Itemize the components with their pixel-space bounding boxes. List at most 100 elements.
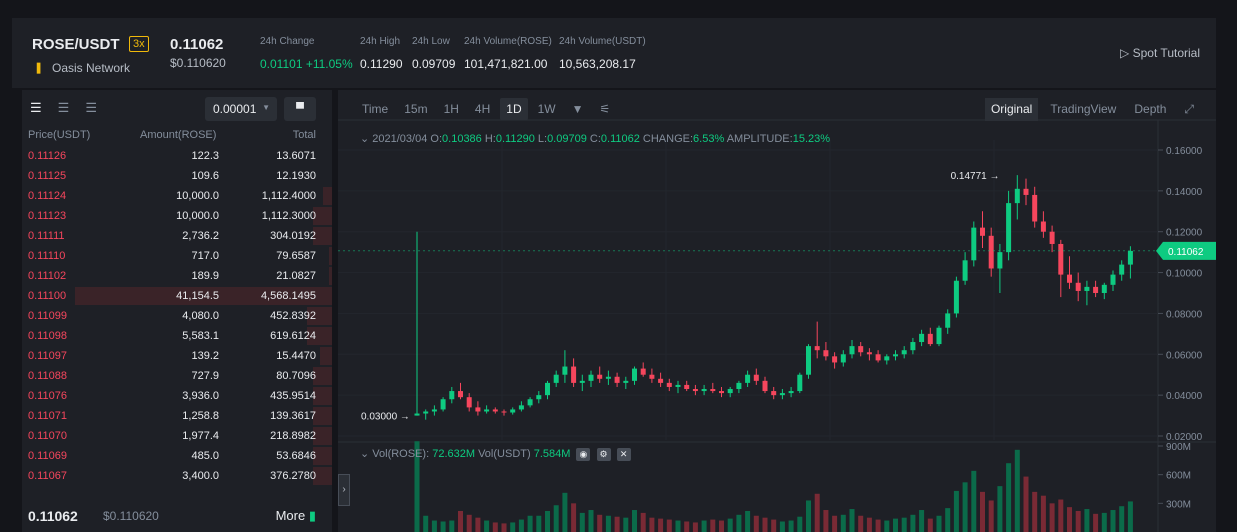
volume-bar bbox=[753, 515, 759, 532]
volume-bar bbox=[553, 505, 559, 532]
candle-body bbox=[997, 252, 1003, 269]
layout-buy-icon[interactable]: ☰ bbox=[58, 100, 70, 116]
ohlc-l-label: L: bbox=[537, 133, 548, 145]
candle-body bbox=[1067, 274, 1072, 283]
vol-tick-label: 300M bbox=[1166, 499, 1191, 510]
interval-more-dropdown-icon[interactable]: ▼ bbox=[566, 98, 590, 120]
candle-body bbox=[875, 354, 881, 361]
ask-total: 218.8982 bbox=[270, 430, 316, 442]
orderbook-ask-row[interactable]: 0.11100 41,154.5 4,568.1495 bbox=[22, 286, 332, 306]
ask-price: 0.11125 bbox=[28, 170, 67, 182]
orderbook-ask-row[interactable]: 0.11125 109.6 12.1930 bbox=[22, 166, 332, 186]
ohlc-o-label: O: bbox=[430, 133, 443, 145]
volume-bar bbox=[988, 500, 994, 532]
orderbook-ask-row[interactable]: 0.11097 139.2 15.4470 bbox=[22, 346, 332, 366]
orderbook-ask-row[interactable]: 0.11070 1,977.4 218.8982 bbox=[22, 426, 332, 446]
stat-value: 10,563,208.17 bbox=[559, 57, 636, 71]
more-link[interactable]: More ▮ bbox=[276, 508, 316, 524]
spot-tutorial-link[interactable]: ▷ Spot Tutorial bbox=[1120, 46, 1200, 60]
candle-body bbox=[779, 393, 785, 396]
tab-tradingview[interactable]: TradingView bbox=[1044, 98, 1122, 121]
orderbook-ask-row[interactable]: 0.11076 3,936.0 435.9514 bbox=[22, 386, 332, 406]
orderbook-ask-row[interactable]: 0.11067 3,400.0 376.2780 bbox=[22, 466, 332, 486]
layout-both-icon[interactable]: ☰ bbox=[30, 100, 42, 116]
indicator-settings-icon[interactable]: ⚟ bbox=[594, 98, 617, 120]
interval-4h[interactable]: 4H bbox=[469, 98, 496, 120]
symbol-title[interactable]: ROSE/USDT bbox=[32, 36, 120, 53]
orderbook-ask-row[interactable]: 0.11110 717.0 79.6587 bbox=[22, 246, 332, 266]
expand-panel-button[interactable]: › bbox=[338, 474, 350, 506]
layout-sell-icon[interactable]: ☰ bbox=[85, 100, 97, 116]
orderbook-ask-row[interactable]: 0.11123 10,000.0 1,112.3000 bbox=[22, 206, 332, 226]
settings-icon[interactable]: ⚙ bbox=[596, 447, 611, 461]
orderbook-ask-row[interactable]: 0.11099 4,080.0 452.8392 bbox=[22, 306, 332, 326]
interval-toolbar: Time 15m 1H 4H 1D 1W ▼ ⚟ bbox=[356, 98, 616, 120]
volume-bar bbox=[797, 516, 803, 532]
candle-body bbox=[431, 409, 437, 412]
tab-original[interactable]: Original bbox=[984, 98, 1039, 121]
interval-1d[interactable]: 1D bbox=[500, 98, 528, 120]
interval-1h[interactable]: 1H bbox=[438, 98, 465, 120]
candlestick-chart[interactable]: 0.16000 0.14000 0.12000 0.10000 0.08000 0.060… bbox=[338, 90, 1216, 532]
orderbook-ask-row[interactable]: 0.11102 189.9 21.0827 bbox=[22, 266, 332, 286]
network-link[interactable]: Oasis Network bbox=[52, 61, 130, 75]
leverage-badge[interactable]: 3x bbox=[129, 36, 149, 52]
max-price-label: 0.14771 → bbox=[951, 171, 1000, 182]
y-tick-label: 0.10000 bbox=[1166, 269, 1203, 280]
interval-15m[interactable]: 15m bbox=[398, 98, 433, 120]
interval-1w[interactable]: 1W bbox=[532, 98, 562, 120]
eye-icon[interactable]: ◉ bbox=[576, 447, 591, 461]
ask-amount: 485.0 bbox=[191, 450, 219, 462]
close-icon[interactable]: ✕ bbox=[616, 447, 631, 461]
orderbook-ask-row[interactable]: 0.11098 5,583.1 619.6124 bbox=[22, 326, 332, 346]
orderbook-ask-row[interactable]: 0.11124 10,000.0 1,112.4000 bbox=[22, 186, 332, 206]
candle-body bbox=[632, 368, 637, 381]
candle-body bbox=[579, 380, 585, 383]
collapse-chevron-icon[interactable]: ⌄ bbox=[360, 448, 369, 460]
ask-total: 80.7096 bbox=[276, 370, 316, 382]
interval-time[interactable]: Time bbox=[356, 98, 394, 120]
ask-price: 0.11097 bbox=[28, 350, 67, 362]
ohlc-close: 0.11062 bbox=[600, 133, 640, 145]
col-amount: Amount(ROSE) bbox=[140, 129, 217, 141]
volume-bar bbox=[927, 518, 933, 532]
volume-bar bbox=[945, 508, 951, 532]
depth-bar bbox=[313, 227, 332, 245]
ask-price: 0.11099 bbox=[28, 310, 67, 322]
exchange-page: ROSE/USDT 3x ❚ Oasis Network 0.11062 $0.… bbox=[0, 0, 1237, 532]
candle-body bbox=[449, 391, 455, 400]
candle-body bbox=[980, 227, 985, 236]
precision-select[interactable]: 0.00001 ▼ bbox=[205, 97, 277, 121]
volume-bar bbox=[1032, 491, 1038, 532]
orderbook-ask-row[interactable]: 0.11126 122.3 13.6071 bbox=[22, 146, 332, 166]
orderbook-ask-row[interactable]: 0.11111 2,736.2 304.0192 bbox=[22, 226, 332, 246]
volume-bar bbox=[640, 512, 646, 532]
spot-tutorial-label: Spot Tutorial bbox=[1132, 46, 1200, 60]
volume-bar bbox=[545, 510, 550, 532]
ask-total: 452.8392 bbox=[270, 310, 316, 322]
ohlc-amplitude: 15.23% bbox=[792, 133, 831, 145]
ask-amount: 5,583.1 bbox=[182, 330, 219, 342]
candle-body bbox=[858, 346, 864, 353]
volume-bar bbox=[997, 486, 1003, 532]
footer-usd-price: $0.110620 bbox=[103, 509, 159, 523]
fullscreen-icon[interactable]: ⤢ bbox=[1178, 98, 1200, 121]
volume-bar bbox=[701, 520, 707, 532]
candle-body bbox=[1023, 188, 1029, 195]
volume-bar bbox=[1006, 463, 1012, 532]
candle-body bbox=[588, 374, 594, 381]
orderbook-settings-button[interactable]: ▀ bbox=[284, 97, 316, 121]
orderbook-ask-row[interactable]: 0.11071 1,258.8 139.3617 bbox=[22, 406, 332, 426]
volume-bar bbox=[684, 521, 690, 532]
volume-bar bbox=[788, 520, 794, 532]
ask-total: 304.0192 bbox=[270, 230, 316, 242]
orderbook-ask-row[interactable]: 0.11088 727.9 80.7096 bbox=[22, 366, 332, 386]
tab-depth[interactable]: Depth bbox=[1128, 98, 1172, 121]
volume-bar bbox=[692, 522, 698, 532]
orderbook-ask-row[interactable]: 0.11069 485.0 53.6846 bbox=[22, 446, 332, 466]
collapse-chevron-icon[interactable]: ⌄ bbox=[360, 133, 369, 145]
stat-24h-low: 24h Low 0.09709 bbox=[412, 36, 455, 71]
ask-price: 0.11070 bbox=[28, 430, 67, 442]
volume-bar bbox=[1049, 503, 1055, 532]
volume-bar bbox=[980, 491, 985, 532]
